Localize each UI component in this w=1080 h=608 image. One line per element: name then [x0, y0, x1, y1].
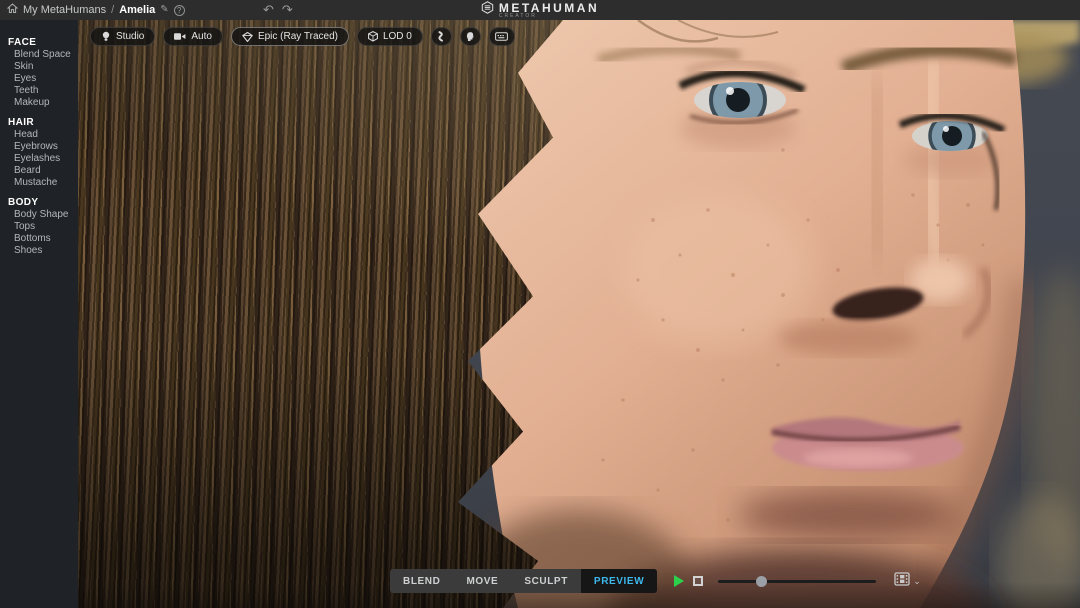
playback-slider-thumb[interactable]: [756, 576, 767, 587]
sidebar-item-skin[interactable]: Skin: [8, 61, 78, 73]
gem-icon: [242, 32, 253, 42]
sidebar-item-blend-space[interactable]: Blend Space: [8, 49, 78, 61]
logo-title: METAHUMAN: [499, 3, 599, 13]
sidebar-section-body: BODY Body Shape Tops Bottoms Shoes: [8, 197, 78, 257]
chevron-down-icon: ⌄: [913, 577, 921, 586]
top-bar: My MetaHumans / Amelia ✎ ? ↶ ↷ METAHUMAN…: [0, 0, 1080, 20]
sidebar-section-hair: HAIR Head Eyebrows Eyelashes Beard Musta…: [8, 117, 78, 189]
render-quality-button[interactable]: Epic (Ray Traced): [231, 27, 349, 46]
breadcrumb-root-link[interactable]: My MetaHumans: [23, 4, 106, 16]
hair-display-button[interactable]: [431, 27, 452, 46]
tab-sculpt[interactable]: SCULPT: [511, 569, 581, 593]
sidebar-item-shoes[interactable]: Shoes: [8, 245, 78, 257]
sidebar-item-mustache[interactable]: Mustache: [8, 177, 78, 189]
auto-label: Auto: [191, 31, 212, 42]
logo-subtitle: CREATOR: [499, 14, 537, 18]
3d-viewport[interactable]: Studio Auto Epic (Ray Traced) LOD 0: [78, 20, 1080, 608]
stop-button[interactable]: [693, 576, 703, 586]
mode-tabs: BLEND MOVE SCULPT PREVIEW: [390, 569, 657, 593]
sidebar-item-body-shape[interactable]: Body Shape: [8, 209, 78, 221]
keyboard-shortcuts-button[interactable]: [489, 27, 515, 46]
tab-preview[interactable]: PREVIEW: [581, 569, 657, 593]
quality-label: Epic (Ray Traced): [258, 31, 338, 42]
breadcrumb: My MetaHumans / Amelia ✎ ?: [0, 3, 185, 17]
playback-slider-track: [718, 580, 876, 583]
sidebar-item-tops[interactable]: Tops: [8, 221, 78, 233]
sidebar-item-bottoms[interactable]: Bottoms: [8, 233, 78, 245]
lightbulb-icon: [101, 31, 111, 42]
studio-label: Studio: [116, 31, 144, 42]
character-name: Amelia: [119, 4, 155, 16]
metahuman-logo-icon: [481, 1, 494, 19]
help-icon[interactable]: ?: [174, 5, 185, 16]
section-title-body: BODY: [8, 197, 78, 209]
section-title-hair: HAIR: [8, 117, 78, 129]
sidebar-item-beard[interactable]: Beard: [8, 165, 78, 177]
history-controls: ↶ ↷: [263, 0, 293, 20]
studio-lighting-button[interactable]: Studio: [90, 27, 155, 46]
animation-transport: ⌄: [674, 572, 921, 591]
head-display-button[interactable]: [460, 27, 481, 46]
edit-name-icon[interactable]: ✎: [160, 5, 168, 15]
redo-icon[interactable]: ↷: [282, 2, 293, 18]
section-title-face: FACE: [8, 37, 78, 49]
play-button[interactable]: [674, 575, 684, 587]
sidebar-item-head[interactable]: Head: [8, 129, 78, 141]
camera-icon: [174, 32, 186, 41]
sidebar: FACE Blend Space Skin Eyes Teeth Makeup …: [0, 20, 78, 608]
lod-label: LOD 0: [383, 31, 412, 42]
sidebar-section-face: FACE Blend Space Skin Eyes Teeth Makeup: [8, 37, 78, 109]
lod-button[interactable]: LOD 0: [357, 27, 423, 46]
sidebar-item-eyes[interactable]: Eyes: [8, 73, 78, 85]
auto-camera-button[interactable]: Auto: [163, 27, 223, 46]
sidebar-item-teeth[interactable]: Teeth: [8, 85, 78, 97]
hair-strand-icon: [436, 31, 446, 42]
lod-cube-icon: [368, 31, 378, 42]
viewport-toolbar: Studio Auto Epic (Ray Traced) LOD 0: [90, 27, 515, 46]
metahuman-creator-app: My MetaHumans / Amelia ✎ ? ↶ ↷ METAHUMAN…: [0, 0, 1080, 608]
sidebar-item-eyelashes[interactable]: Eyelashes: [8, 153, 78, 165]
head-icon: [465, 31, 475, 42]
keyboard-icon: [495, 32, 508, 41]
filmstrip-icon: [894, 572, 910, 591]
home-icon[interactable]: [7, 3, 18, 17]
undo-icon[interactable]: ↶: [263, 2, 274, 18]
tab-move[interactable]: MOVE: [453, 569, 511, 593]
sidebar-item-eyebrows[interactable]: Eyebrows: [8, 141, 78, 153]
tab-blend[interactable]: BLEND: [390, 569, 453, 593]
bottom-toolbar: BLEND MOVE SCULPT PREVIEW ⌄: [390, 569, 921, 593]
animation-clip-button[interactable]: ⌄: [894, 572, 921, 591]
sidebar-item-makeup[interactable]: Makeup: [8, 97, 78, 109]
breadcrumb-separator: /: [111, 4, 114, 16]
playback-slider[interactable]: [718, 574, 876, 588]
